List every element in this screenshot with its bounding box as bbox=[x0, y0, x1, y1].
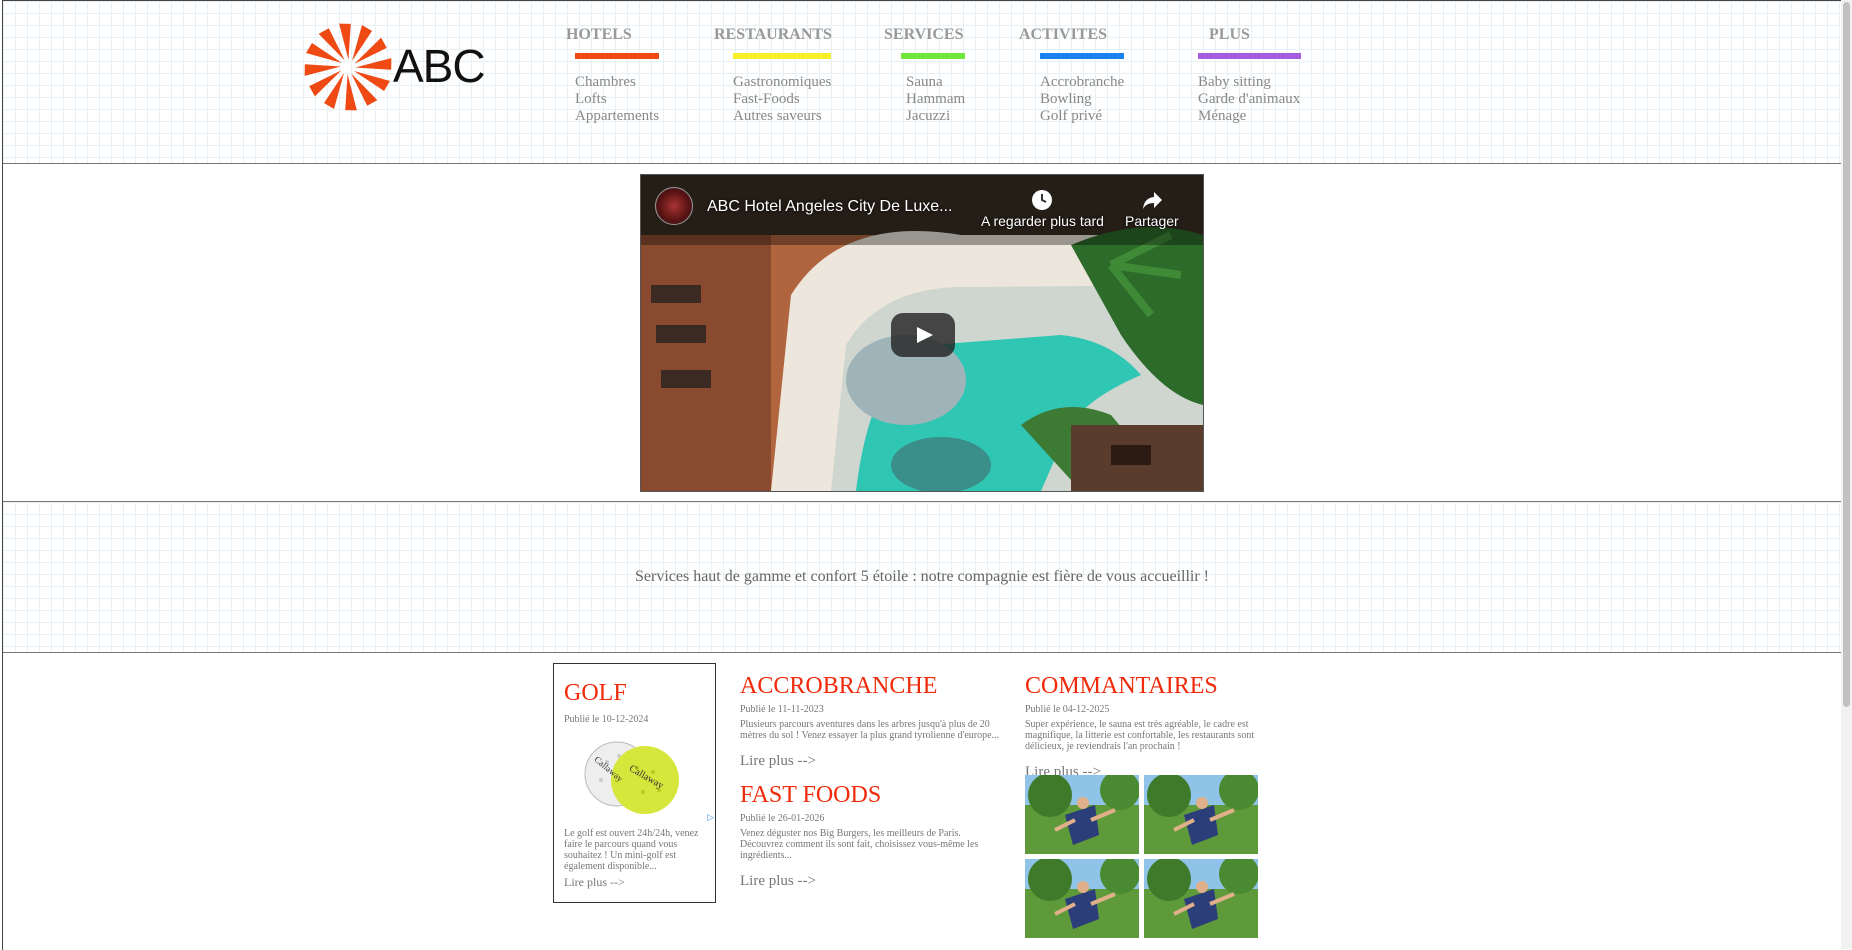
nav-title-services[interactable]: SERVICES bbox=[884, 26, 963, 44]
gallery-photo[interactable] bbox=[1144, 775, 1258, 854]
nav-title-activites[interactable]: ACTIVITES bbox=[1019, 26, 1107, 44]
fastfoods-read-more-link[interactable]: Lire plus --> bbox=[740, 873, 1005, 890]
comments-title[interactable]: COMMANTAIRES bbox=[1025, 673, 1265, 700]
ad-marker-icon[interactable]: ▷ bbox=[707, 812, 714, 823]
nav-bar-plus bbox=[1198, 53, 1301, 59]
comments-column: COMMANTAIRES Publié le 04-12-2025 Super … bbox=[1025, 673, 1265, 781]
nav-item-jacuzzi[interactable]: Jacuzzi bbox=[906, 108, 965, 125]
nav-item-gastronomiques[interactable]: Gastronomiques bbox=[733, 74, 831, 91]
nav-item-chambres[interactable]: Chambres bbox=[575, 74, 659, 91]
gallery-photo[interactable] bbox=[1025, 775, 1139, 854]
video-section: ABC Hotel Angeles City De Luxe... A rega… bbox=[3, 164, 1841, 502]
comments-date: Publié le 04-12-2025 bbox=[1025, 704, 1110, 715]
accrobranche-read-more-link[interactable]: Lire plus --> bbox=[740, 753, 1005, 770]
share-label: Partager bbox=[1125, 213, 1179, 229]
golf-card: GOLF Publié le 10-12-2024 Callaway Calla… bbox=[553, 663, 716, 903]
watch-later-button[interactable]: A regarder plus tard bbox=[981, 189, 1104, 229]
golf-text: Le golf est ouvert 24h/24h, venez faire … bbox=[564, 828, 699, 872]
gallery-photo[interactable] bbox=[1144, 943, 1258, 949]
share-button[interactable]: Partager bbox=[1125, 189, 1179, 229]
channel-avatar[interactable] bbox=[655, 187, 693, 225]
nav-bar-restaurants bbox=[733, 53, 831, 59]
tagline: Services haut de gamme et confort 5 étoi… bbox=[635, 568, 1209, 585]
logo-text: ABC bbox=[393, 40, 486, 92]
nav-items-restaurants: Gastronomiques Fast-Foods Autres saveurs bbox=[733, 74, 831, 125]
nav-title-restaurants[interactable]: RESTAURANTS bbox=[714, 26, 832, 44]
nav-item-lofts[interactable]: Lofts bbox=[575, 91, 659, 108]
nav-item-accrobranche[interactable]: Accrobranche bbox=[1040, 74, 1124, 91]
nav-bar-activites bbox=[1040, 53, 1124, 59]
gallery-photo[interactable] bbox=[1144, 859, 1258, 938]
golf-read-more-link[interactable]: Lire plus --> bbox=[564, 875, 625, 890]
site-header: ABC HOTELS Chambres Lofts Appartements R… bbox=[3, 1, 1841, 164]
nav-bar-hotels bbox=[575, 53, 659, 59]
golf-title[interactable]: GOLF bbox=[564, 680, 627, 707]
accrobranche-text: Plusieurs parcours aventures dans les ar… bbox=[740, 719, 1000, 741]
nav-items-plus: Baby sitting Garde d'animaux Ménage bbox=[1198, 74, 1300, 125]
nav-items-services: Sauna Hammam Jacuzzi bbox=[906, 74, 965, 125]
nav-item-baby-sitting[interactable]: Baby sitting bbox=[1198, 74, 1300, 91]
comments-text: Super expérience, le sauna est très agré… bbox=[1025, 719, 1255, 752]
nav-item-bowling[interactable]: Bowling bbox=[1040, 91, 1124, 108]
accrobranche-date: Publié le 11-11-2023 bbox=[740, 704, 824, 715]
logo[interactable]: ABC bbox=[303, 21, 486, 121]
gallery-photo[interactable] bbox=[1025, 943, 1139, 949]
nav-item-fast-foods[interactable]: Fast-Foods bbox=[733, 91, 831, 108]
logo-sunburst-icon bbox=[304, 23, 392, 111]
nav-item-autres-saveurs[interactable]: Autres saveurs bbox=[733, 108, 831, 125]
nav-items-activites: Accrobranche Bowling Golf privé bbox=[1040, 74, 1124, 125]
video-player[interactable]: ABC Hotel Angeles City De Luxe... A rega… bbox=[640, 174, 1204, 492]
nav-item-garde-animaux[interactable]: Garde d'animaux bbox=[1198, 91, 1300, 108]
nav-item-hammam[interactable]: Hammam bbox=[906, 91, 965, 108]
golf-date: Publié le 10-12-2024 bbox=[564, 714, 649, 725]
nav-title-hotels[interactable]: HOTELS bbox=[566, 26, 632, 44]
nav-item-sauna[interactable]: Sauna bbox=[906, 74, 965, 91]
video-title[interactable]: ABC Hotel Angeles City De Luxe... bbox=[707, 198, 952, 216]
page-scrollbar[interactable] bbox=[1841, 0, 1852, 949]
gallery-photo[interactable] bbox=[1025, 859, 1139, 938]
tagline-section: Services haut de gamme et confort 5 étoi… bbox=[3, 502, 1841, 653]
scrollbar-thumb[interactable] bbox=[1843, 2, 1850, 707]
nav-items-hotels: Chambres Lofts Appartements bbox=[575, 74, 659, 125]
fastfoods-title[interactable]: FAST FOODS bbox=[740, 782, 1005, 809]
articles-column: ACCROBRANCHE Publié le 11-11-2023 Plusie… bbox=[740, 673, 1005, 890]
nav-title-plus[interactable]: PLUS bbox=[1209, 26, 1250, 44]
share-icon bbox=[1142, 192, 1162, 209]
clock-icon bbox=[1032, 190, 1053, 210]
nav-item-appartements[interactable]: Appartements bbox=[575, 108, 659, 125]
nav-item-golf-prive[interactable]: Golf privé bbox=[1040, 108, 1124, 125]
nav-item-menage[interactable]: Ménage bbox=[1198, 108, 1300, 125]
fastfoods-text: Venez déguster nos Big Burgers, les meil… bbox=[740, 828, 979, 861]
nav-bar-services bbox=[901, 53, 965, 59]
accrobranche-title[interactable]: ACCROBRANCHE bbox=[740, 673, 1005, 700]
golf-balls-image: Callaway Callaway bbox=[584, 741, 679, 814]
watch-later-label: A regarder plus tard bbox=[981, 213, 1104, 229]
play-button[interactable] bbox=[891, 313, 955, 357]
fastfoods-date: Publié le 26-01-2026 bbox=[740, 813, 825, 824]
